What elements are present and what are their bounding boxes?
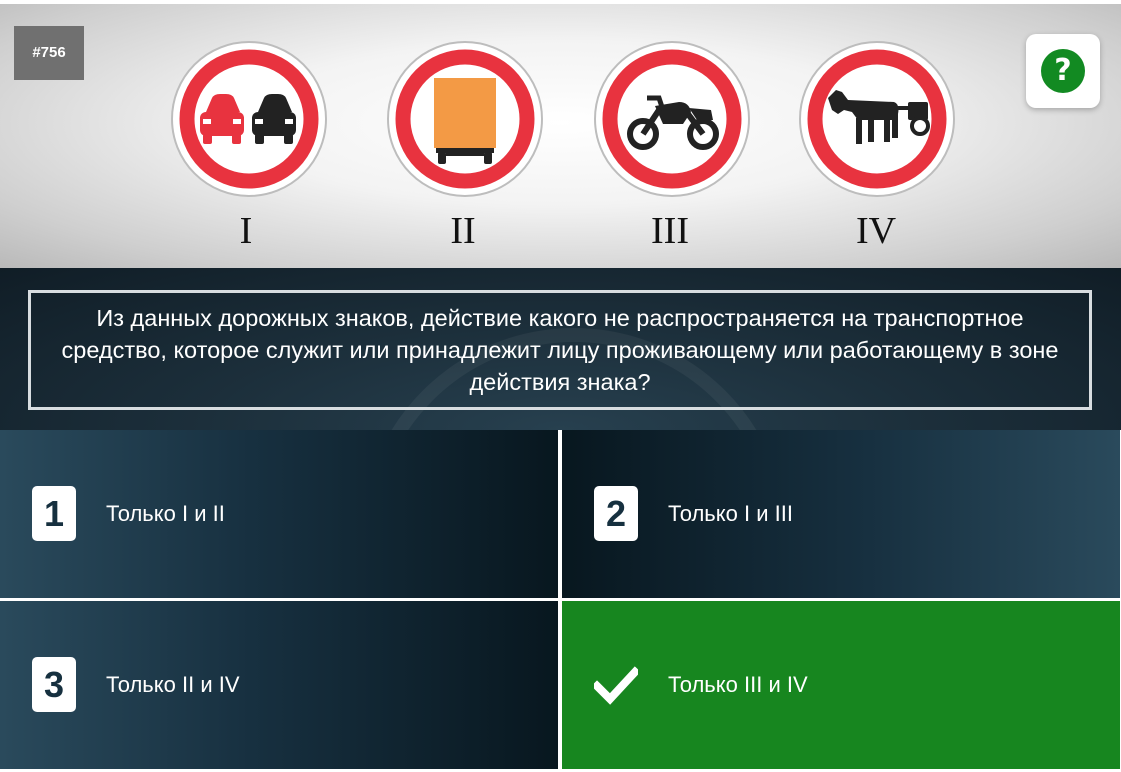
answer-number-badge: 2 xyxy=(594,486,638,541)
answer-label: Только I и II xyxy=(106,501,225,526)
answer-number-badge: 1 xyxy=(32,486,76,541)
question-box: Из данных дорожных знаков, действие како… xyxy=(28,290,1092,410)
question-panel: Из данных дорожных знаков, действие како… xyxy=(0,268,1121,430)
no-overtaking-sign-icon xyxy=(170,40,328,198)
quiz-app: #756 ? I II III IV Из данных дорожных зн… xyxy=(0,0,1121,772)
no-trucks-sign-icon xyxy=(386,40,544,198)
answer-label: Только I и III xyxy=(668,501,793,526)
answer-label: Только III и IV xyxy=(668,672,808,697)
no-horse-carts-sign-icon xyxy=(798,40,956,198)
answer-option-2[interactable]: 2 Только I и III xyxy=(562,430,1120,598)
sign-numeral-4: IV xyxy=(855,210,897,252)
question-mark-icon: ? xyxy=(1041,49,1085,93)
answer-option-4-correct[interactable]: Только III и IV xyxy=(562,601,1120,769)
answer-label: Только II и IV xyxy=(106,672,240,697)
sign-numeral-2: II xyxy=(450,210,476,252)
sign-numeral-1: I xyxy=(239,210,253,252)
answer-number-badge: 3 xyxy=(32,657,76,712)
sign-numeral-3: III xyxy=(651,210,689,252)
question-number-badge: #756 xyxy=(14,26,84,80)
no-motorcycles-sign-icon xyxy=(593,40,751,198)
signs-image-area: #756 ? I II III IV xyxy=(0,4,1121,268)
question-text: Из данных дорожных знаков, действие како… xyxy=(61,305,1059,395)
help-button[interactable]: ? xyxy=(1026,34,1100,108)
answer-option-3[interactable]: 3 Только II и IV xyxy=(0,601,558,769)
answer-option-1[interactable]: 1 Только I и II xyxy=(0,430,558,598)
checkmark-icon xyxy=(591,665,641,705)
